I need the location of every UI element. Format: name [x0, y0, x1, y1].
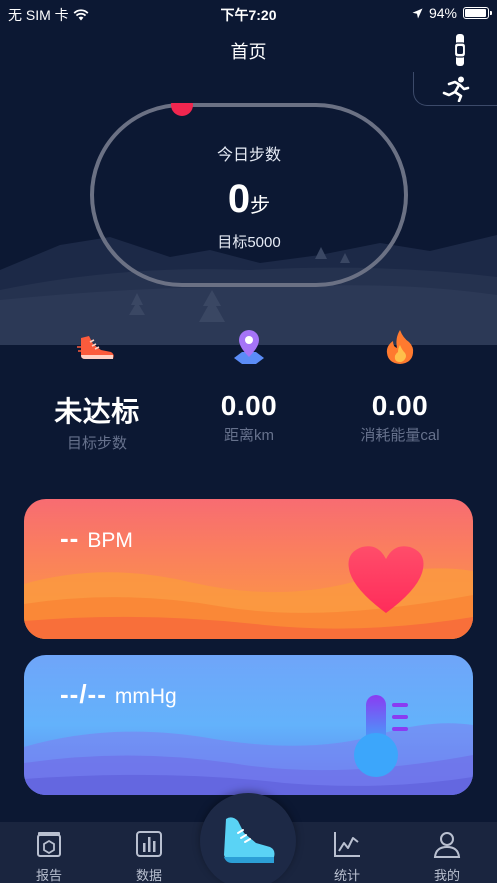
- tab-data[interactable]: 数据: [119, 830, 179, 883]
- stat-goal-status: 未达标 目标步数: [14, 326, 180, 453]
- thermometer-icon: [354, 695, 408, 777]
- blood-pressure-reading: --/-- mmHg: [60, 679, 177, 710]
- tab-statistics[interactable]: 统计: [317, 830, 377, 883]
- location-arrow-icon: [412, 8, 423, 18]
- status-bar: 无 SIM 卡 下午7:20 94%: [0, 0, 497, 26]
- heart-rate-card[interactable]: -- BPM: [24, 499, 473, 639]
- battery-percent: 94%: [428, 5, 457, 21]
- stat-label: 目标步数: [66, 435, 127, 452]
- step-count: 0步: [90, 177, 408, 222]
- heart-rate-reading: -- BPM: [60, 523, 133, 554]
- stat-value: 0.00: [220, 390, 278, 421]
- bar-chart-icon: [136, 831, 162, 857]
- tab-label: 我的: [433, 868, 460, 883]
- tab-report[interactable]: 报告: [19, 830, 79, 883]
- step-count-value: 0: [227, 177, 251, 221]
- map-pin-icon: [234, 330, 264, 364]
- stat-calories: 0.00 消耗能量cal: [317, 326, 483, 445]
- flame-icon: [386, 330, 414, 364]
- running-mode-tab[interactable]: [413, 72, 497, 106]
- step-summary: 今日步数 0步 目标5000: [90, 103, 408, 287]
- tab-label: 报告: [35, 868, 62, 883]
- step-count-unit: 步: [250, 195, 271, 217]
- stat-distance: 0.00 距离km: [166, 326, 332, 445]
- start-workout-button[interactable]: [200, 793, 296, 883]
- heart-rate-value: --: [60, 523, 80, 553]
- report-icon: [37, 832, 61, 857]
- heart-rate-unit: BPM: [87, 529, 133, 552]
- battery-icon: [463, 7, 492, 19]
- blood-pressure-value: --/--: [60, 679, 107, 709]
- line-chart-icon: [334, 832, 360, 857]
- page-title: 首页: [230, 42, 267, 62]
- stat-label: 消耗能量cal: [360, 427, 440, 444]
- stat-value: 未达标: [54, 396, 140, 427]
- heart-icon: [348, 546, 424, 613]
- today-steps-label: 今日步数: [216, 147, 281, 164]
- daily-stats: 未达标 目标步数 0.00 距离km 0.00 消耗能量cal: [0, 326, 497, 456]
- running-shoe-icon: [77, 336, 114, 359]
- tab-label: 统计: [333, 868, 360, 883]
- tab-label: 数据: [135, 868, 162, 883]
- tab-me[interactable]: 我的: [417, 830, 477, 883]
- shoe-icon: [224, 817, 275, 863]
- smart-band-icon[interactable]: [453, 34, 467, 66]
- user-icon: [433, 832, 461, 858]
- runner-icon: [442, 76, 469, 102]
- step-goal: 目标5000: [217, 234, 281, 251]
- stat-label: 距离km: [224, 427, 274, 444]
- blood-pressure-unit: mmHg: [114, 685, 177, 708]
- stat-value: 0.00: [371, 390, 429, 421]
- blood-pressure-card[interactable]: --/-- mmHg: [24, 655, 473, 795]
